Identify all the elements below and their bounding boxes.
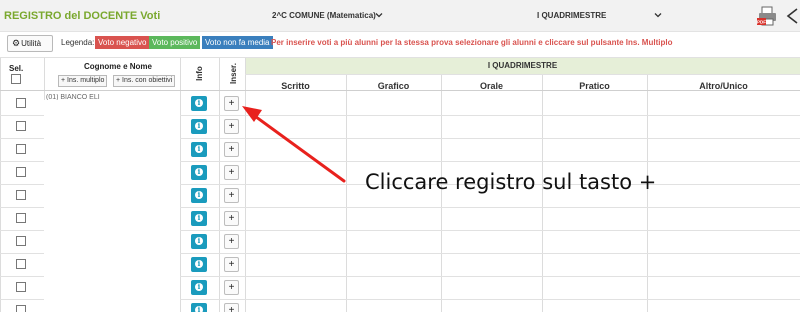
insert-grade-button[interactable]: + [224, 257, 239, 272]
row-checkbox[interactable] [16, 144, 26, 154]
info-button[interactable]: i [191, 303, 207, 312]
info-icon: i [197, 213, 201, 222]
info-icon: i [197, 305, 201, 312]
info-icon: i [197, 190, 201, 199]
select-all-checkbox[interactable] [11, 74, 21, 84]
insert-grade-button[interactable]: + [224, 119, 239, 134]
info-icon: i [197, 282, 201, 291]
column-scritto: Scritto [281, 81, 310, 91]
badge-non-media-vote: Voto non fa media [202, 36, 273, 49]
info-column-header: Info [194, 66, 204, 81]
insert-column-header: Inser. [228, 63, 238, 84]
insert-with-objectives-button[interactable]: + Ins. con obiettivi [113, 75, 176, 87]
utility-button[interactable]: ⚙Utilità [7, 35, 53, 52]
insert-with-objectives-label: Ins. con obiettivi [122, 77, 173, 84]
info-icon: i [197, 259, 201, 268]
row-checkbox[interactable] [16, 121, 26, 131]
info-button[interactable]: i [191, 234, 207, 249]
column-altro-unico: Altro/Unico [699, 81, 748, 91]
class-select[interactable]: 2^C COMUNE (Matematica) [272, 11, 376, 20]
period-select[interactable]: I QUADRIMESTRE [537, 11, 606, 20]
row-checkbox[interactable] [16, 282, 26, 292]
info-button[interactable]: i [191, 188, 207, 203]
insert-grade-button[interactable]: + [224, 234, 239, 249]
multi-insert-button[interactable]: + Ins. multiplo [58, 75, 108, 87]
instruction-text: Per inserire voti a più alunni per la st… [271, 38, 673, 47]
insert-grade-button[interactable]: + [224, 211, 239, 226]
info-button[interactable]: i [191, 119, 207, 134]
insert-grade-button[interactable]: + [224, 165, 239, 180]
row-checkbox[interactable] [16, 190, 26, 200]
info-icon: i [197, 167, 201, 176]
info-icon: i [197, 236, 201, 245]
info-button[interactable]: i [191, 257, 207, 272]
column-pratico: Pratico [579, 81, 610, 91]
info-button[interactable]: i [191, 142, 207, 157]
annotation-text: Cliccare registro sul tasto + [365, 170, 657, 194]
badge-positive-vote: Voto positivo [149, 36, 201, 49]
insert-grade-button[interactable]: + [224, 303, 239, 312]
info-icon: i [197, 144, 201, 153]
redacted-names-area [44, 100, 180, 312]
badge-negative-vote: Voto negativo [95, 36, 150, 49]
info-button[interactable]: i [191, 96, 207, 111]
utility-label: Utilità [21, 39, 42, 48]
multi-insert-label: Ins. multiplo [67, 77, 105, 84]
info-button[interactable]: i [191, 211, 207, 226]
column-orale: Orale [479, 81, 503, 91]
back-arrow-icon[interactable] [785, 7, 800, 25]
select-column-header: Sel. [9, 64, 24, 73]
gear-icon: ⚙ [12, 38, 21, 48]
chevron-down-icon[interactable] [653, 10, 663, 20]
row-checkbox[interactable] [16, 213, 26, 223]
name-column-header: Cognome e Nome [83, 62, 152, 71]
insert-grade-button[interactable]: + [224, 280, 239, 295]
period-header: I QUADRIMESTRE [487, 61, 558, 70]
insert-grade-button[interactable]: + [224, 188, 239, 203]
row-checkbox[interactable] [16, 305, 26, 312]
row-checkbox[interactable] [16, 167, 26, 177]
insert-grade-button[interactable]: + [224, 142, 239, 157]
pdf-print-icon[interactable]: PDF [757, 5, 779, 27]
page-title: REGISTRO del DOCENTE Voti [4, 10, 161, 22]
svg-text:PDF: PDF [757, 20, 766, 25]
info-icon: i [197, 98, 201, 107]
top-bar: REGISTRO del DOCENTE Voti 2^C COMUNE (Ma… [0, 0, 800, 32]
insert-grade-button[interactable]: + [224, 96, 239, 111]
column-grafico: Grafico [377, 81, 410, 91]
legend-label: Legenda: [61, 38, 95, 47]
info-button[interactable]: i [191, 165, 207, 180]
info-icon: i [197, 121, 201, 130]
legend-row: ⚙Utilità Legenda: Voto negativo Voto pos… [0, 32, 800, 54]
row-checkbox[interactable] [16, 98, 26, 108]
row-checkbox[interactable] [16, 259, 26, 269]
info-button[interactable]: i [191, 280, 207, 295]
row-checkbox[interactable] [16, 236, 26, 246]
chevron-down-icon[interactable] [374, 10, 384, 20]
